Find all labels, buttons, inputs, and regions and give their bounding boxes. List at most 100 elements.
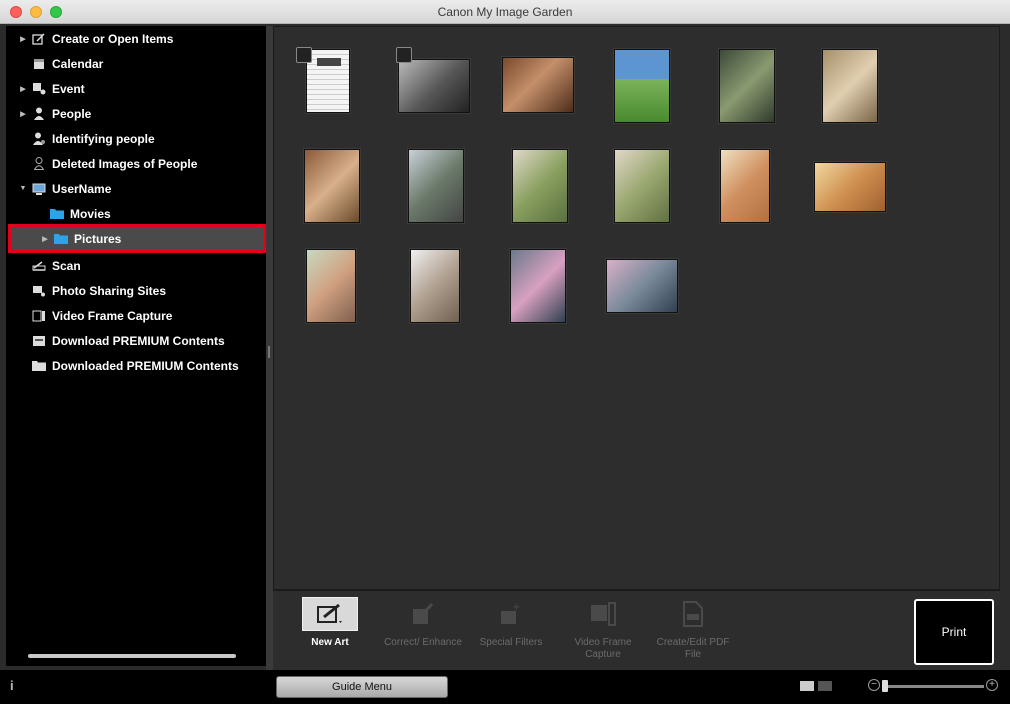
video-frame-capture-button[interactable]: Video Frame Capture <box>563 597 643 669</box>
special-filters-icon: + + <box>483 597 539 631</box>
image-thumbnail[interactable] <box>606 259 678 313</box>
video-frame-capture-label: Video Frame Capture <box>574 637 632 660</box>
sidebar-item-label: UserName <box>52 181 112 196</box>
guide-menu-button[interactable]: Guide Menu <box>276 676 448 698</box>
thumbnail-view-icon[interactable] <box>800 681 814 691</box>
print-button[interactable]: Print <box>914 599 994 665</box>
details-view-icon[interactable] <box>818 681 832 691</box>
new-art-icon <box>302 597 358 631</box>
correct-enhance-icon <box>395 597 451 631</box>
image-thumbnail[interactable] <box>512 149 568 223</box>
zoom-in-icon[interactable]: + <box>986 679 998 691</box>
sidebar-item-label: Movies <box>70 206 111 221</box>
sidebar: ▶ Create or Open Items Calendar ▶ Event … <box>6 26 267 666</box>
image-thumbnail[interactable] <box>822 49 878 123</box>
image-thumbnail[interactable] <box>306 49 350 113</box>
video-badge-icon <box>396 47 412 63</box>
image-thumbnail[interactable] <box>614 149 670 223</box>
status-bar: i Guide Menu − + <box>0 670 1010 704</box>
image-thumbnail[interactable] <box>510 249 566 323</box>
sidebar-item-scan[interactable]: Scan <box>6 253 266 278</box>
image-thumbnail[interactable] <box>398 59 470 113</box>
sidebar-item-label: Event <box>52 81 85 96</box>
sidebar-item-photo-sharing-sites[interactable]: Photo Sharing Sites <box>6 278 266 303</box>
photo-sharing-icon <box>32 284 46 298</box>
zoom-out-icon[interactable]: − <box>868 679 880 691</box>
sidebar-item-calendar[interactable]: Calendar <box>6 51 266 76</box>
video-frame-capture-icon <box>575 597 631 631</box>
new-art-button[interactable]: New Art <box>290 597 370 669</box>
document-heading-icon <box>317 58 341 66</box>
pane-splitter[interactable] <box>266 26 273 670</box>
sidebar-item-pictures[interactable]: ▶ Pictures <box>8 224 267 253</box>
sidebar-scrollbar[interactable] <box>28 654 236 658</box>
collapse-arrow-icon[interactable]: ▼ <box>18 185 28 192</box>
sidebar-item-people[interactable]: ▶ People <box>6 101 266 126</box>
svg-text:+ +: + + <box>512 602 524 613</box>
sidebar-item-label: Photo Sharing Sites <box>52 283 167 298</box>
info-icon[interactable]: i <box>10 678 14 693</box>
image-thumbnail[interactable] <box>614 49 670 123</box>
calendar-icon <box>32 57 46 71</box>
people-icon <box>32 107 46 121</box>
create-items-icon <box>32 32 46 46</box>
sidebar-item-label: Download PREMIUM Contents <box>52 333 225 348</box>
create-edit-pdf-label: Create/Edit PDF File <box>656 637 730 660</box>
sidebar-item-label: Downloaded PREMIUM Contents <box>52 358 239 373</box>
sidebar-item-create-or-open-items[interactable]: ▶ Create or Open Items <box>6 26 266 51</box>
image-thumbnail[interactable] <box>719 49 775 123</box>
scan-icon <box>32 259 46 273</box>
sidebar-item-downloaded-premium-contents[interactable]: Downloaded PREMIUM Contents <box>6 353 266 378</box>
sidebar-item-event[interactable]: ▶ Event <box>6 76 266 101</box>
sidebar-item-label: Identifying people <box>52 131 155 146</box>
image-thumbnail[interactable] <box>720 149 770 223</box>
sidebar-item-download-premium-contents[interactable]: Download PREMIUM Contents <box>6 328 266 353</box>
download-icon <box>32 334 46 348</box>
expand-arrow-icon[interactable]: ▶ <box>40 235 50 243</box>
event-icon <box>32 82 46 96</box>
sidebar-item-label: People <box>52 106 92 121</box>
image-thumbnail[interactable] <box>814 162 886 212</box>
sidebar-item-label: Calendar <box>52 56 104 71</box>
image-thumbnail[interactable] <box>306 249 356 323</box>
special-filters-label: Special Filters <box>479 637 543 648</box>
deleted-people-icon <box>32 157 46 171</box>
image-grid <box>273 26 1000 590</box>
video-frame-icon <box>32 309 46 323</box>
downloaded-icon <box>32 359 46 373</box>
bottom-toolbar: New Art Correct/ Enhance + + Special Fil… <box>273 590 1000 670</box>
window-title: Canon My Image Garden <box>437 5 573 19</box>
sidebar-item-label: Pictures <box>74 231 122 246</box>
sidebar-item-label: Deleted Images of People <box>52 156 198 171</box>
zoom-slider[interactable] <box>884 685 984 688</box>
computer-icon <box>32 182 46 196</box>
sidebar-item-label: Create or Open Items <box>52 31 174 46</box>
sidebar-item-label: Scan <box>52 258 81 273</box>
identifying-people-icon <box>32 132 46 146</box>
sidebar-item-video-frame-capture[interactable]: Video Frame Capture <box>6 303 266 328</box>
image-thumbnail[interactable] <box>502 57 574 113</box>
expand-arrow-icon[interactable]: ▶ <box>18 35 28 43</box>
expand-arrow-icon[interactable]: ▶ <box>18 85 28 93</box>
splitter-grip-icon <box>268 346 270 358</box>
correct-enhance-button[interactable]: Correct/ Enhance <box>383 597 463 669</box>
sidebar-item-label: Video Frame Capture <box>52 308 173 323</box>
folder-icon <box>54 232 68 246</box>
sidebar-item-deleted-images-of-people[interactable]: Deleted Images of People <box>6 151 266 176</box>
zoom-slider-handle[interactable] <box>882 680 888 692</box>
sidebar-item-movies[interactable]: Movies <box>6 201 266 226</box>
image-thumbnail[interactable] <box>410 249 460 323</box>
image-thumbnail[interactable] <box>304 149 360 223</box>
sidebar-item-identifying-people[interactable]: Identifying people <box>6 126 266 151</box>
image-thumbnail[interactable] <box>408 149 464 223</box>
pdf-file-icon <box>665 597 721 631</box>
sidebar-item-username[interactable]: ▼ UserName <box>6 176 266 201</box>
new-art-label: New Art <box>311 637 349 648</box>
expand-arrow-icon[interactable]: ▶ <box>18 110 28 118</box>
folder-icon <box>50 207 64 221</box>
item-type-badge-icon <box>296 47 312 63</box>
title-bar: Canon My Image Garden <box>0 0 1010 24</box>
special-filters-button[interactable]: + + Special Filters <box>471 597 551 669</box>
correct-enhance-label: Correct/ Enhance <box>384 637 462 648</box>
create-edit-pdf-button[interactable]: Create/Edit PDF File <box>653 597 733 669</box>
